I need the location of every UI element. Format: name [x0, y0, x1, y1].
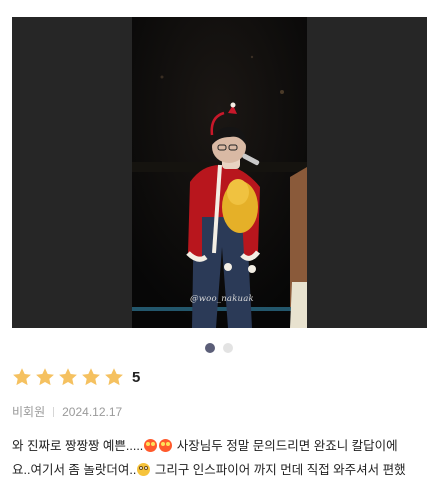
carousel-dot-1[interactable]: [205, 343, 215, 353]
heart-eyes-emoji-icon: [159, 439, 173, 452]
star-icon: [82, 368, 100, 386]
review-text-part: 사장님두 정말 문의드리면 완죠니 칼답이에: [173, 439, 398, 453]
carousel-dot-2[interactable]: [223, 343, 233, 353]
star-icon: [36, 368, 54, 386]
star-rating: 5: [11, 365, 140, 389]
review-line-2: 요..여기서 좀 놀랏더여.. 그리구 인스파이어 까지 먼데 직접 와주셔서 …: [12, 458, 432, 482]
star-icon: [105, 368, 123, 386]
review-text-part: 와 진짜로 짱짱짱 예쁜.....: [12, 439, 144, 453]
carousel-indicator: [0, 343, 438, 355]
review-meta: 비회원 2024.12.17: [12, 403, 122, 420]
review-photo[interactable]: @woo_nakuak: [132, 17, 307, 328]
star-icon: [13, 368, 31, 386]
star-icon: [59, 368, 77, 386]
rating-value: 5: [132, 368, 141, 386]
review-line-1: 와 진짜로 짱짱짱 예쁜..... 사장님두 정말 문의드리면 완죠니 칼답이에: [12, 434, 432, 458]
review-date: 2024.12.17: [62, 404, 123, 419]
review-text-part: 그리구 인스파이어 까지 먼데 직접 와주셔서 편했: [151, 463, 406, 477]
photo-viewer[interactable]: @woo_nakuak: [12, 17, 427, 328]
photo-watermark: @woo_nakuak: [190, 294, 254, 304]
review-author: 비회원: [12, 405, 46, 419]
performer-photo-image: [132, 17, 307, 328]
flushed-emoji-icon: [137, 463, 151, 476]
heart-eyes-emoji-icon: [144, 439, 158, 452]
review-text: 와 진짜로 짱짱짱 예쁜..... 사장님두 정말 문의드리면 완죠니 칼답이에…: [12, 434, 432, 482]
meta-divider: [53, 406, 55, 417]
review-text-part: 요..여기서 좀 놀랏더여..: [12, 463, 137, 477]
